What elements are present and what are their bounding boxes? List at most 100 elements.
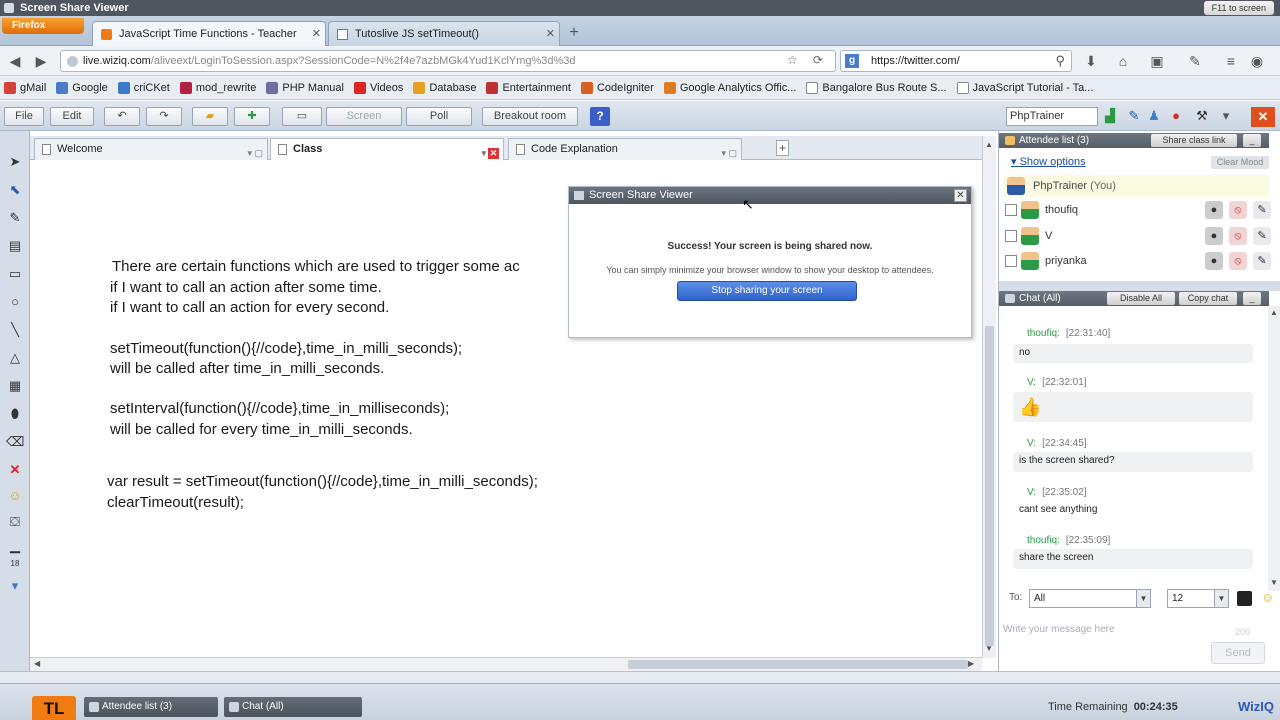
- pencil-icon[interactable]: ✎: [6, 209, 24, 227]
- scroll-thumb[interactable]: [985, 326, 994, 646]
- tab-code-explanation[interactable]: Code Explanation ▾ ▢: [508, 138, 742, 160]
- pen-icon[interactable]: ✎: [1126, 108, 1142, 124]
- bookmark-database[interactable]: Database: [413, 81, 476, 94]
- stop-sharing-button[interactable]: Stop sharing your screen: [677, 281, 857, 301]
- scroll-down-icon[interactable]: ▼: [1270, 578, 1278, 587]
- minimize-icon[interactable]: _: [1243, 292, 1261, 305]
- menu-icon[interactable]: ≡: [1222, 52, 1240, 70]
- mic-muted-icon[interactable]: ⦸: [1229, 201, 1247, 219]
- poll-button[interactable]: Poll: [406, 107, 472, 126]
- chat-message-input[interactable]: Write your message here: [1003, 624, 1269, 640]
- bookmark-google-analytics[interactable]: Google Analytics Offic...: [663, 81, 796, 94]
- close-icon[interactable]: ✕: [312, 22, 321, 46]
- close-icon[interactable]: ✕: [488, 148, 499, 159]
- scroll-up-icon[interactable]: ▲: [985, 140, 993, 149]
- fill-bucket-icon[interactable]: ⛋: [6, 513, 24, 531]
- bookmark-videos[interactable]: Videos: [353, 81, 403, 94]
- webcam-icon[interactable]: ●: [1205, 201, 1223, 219]
- search-input[interactable]: https://twitter.com/: [871, 55, 960, 67]
- tools-icon[interactable]: ✎: [1186, 52, 1204, 70]
- tab-class[interactable]: Class ▾ ✕: [270, 138, 504, 161]
- attendee-checkbox[interactable]: [1005, 230, 1017, 242]
- attendee-row[interactable]: thoufiq ● ⦸ ✎: [1003, 198, 1271, 222]
- text-color-swatch[interactable]: [1237, 591, 1252, 606]
- line-icon[interactable]: ╲: [6, 321, 24, 339]
- add-tab-button[interactable]: +: [776, 140, 789, 156]
- mic-muted-icon[interactable]: ⦸: [1229, 252, 1247, 270]
- edit-button[interactable]: Edit: [50, 107, 94, 126]
- close-icon[interactable]: ✕: [954, 189, 967, 202]
- redo-button[interactable]: ↷: [146, 107, 182, 126]
- line-style-icon[interactable]: ▁: [6, 537, 24, 555]
- home-icon[interactable]: ⌂: [1114, 52, 1132, 70]
- attendee-row[interactable]: priyanka ● ⦸ ✎: [1003, 249, 1271, 273]
- new-tab-button[interactable]: +: [562, 24, 586, 44]
- addon-icon[interactable]: ◉: [1248, 52, 1266, 70]
- table-icon[interactable]: ▦: [6, 377, 24, 395]
- reload-icon[interactable]: ☆ ⟳: [787, 53, 829, 67]
- pen-icon[interactable]: ✎: [1253, 252, 1271, 270]
- scroll-left-icon[interactable]: ◀: [34, 659, 40, 668]
- user-icon[interactable]: ♟: [1146, 108, 1162, 124]
- scroll-thumb[interactable]: [628, 660, 968, 669]
- disable-all-button[interactable]: Disable All: [1107, 292, 1175, 305]
- pointer-arrow-icon[interactable]: ➤: [6, 153, 24, 171]
- settings-icon[interactable]: ⚒: [1194, 108, 1210, 124]
- download-icon[interactable]: ⬇: [1082, 52, 1100, 70]
- font-size-select[interactable]: 12 ▼: [1167, 589, 1229, 608]
- browser-tab-tutoslive[interactable]: Tutoslive JS setTimeout() ✕: [328, 21, 560, 46]
- pen-icon[interactable]: ✎: [1253, 201, 1271, 219]
- horizontal-scrollbar[interactable]: ◀ ▶: [30, 657, 982, 671]
- url-bar[interactable]: live.wiziq.com/aliveext/LoginToSession.a…: [60, 50, 836, 72]
- chat-scrollbar[interactable]: ▲ ▼: [1268, 306, 1280, 591]
- copy-chat-button[interactable]: Copy chat: [1179, 292, 1237, 305]
- bookmark-cricket[interactable]: criCKet: [117, 81, 170, 94]
- panel-divider[interactable]: [999, 281, 1280, 291]
- close-icon[interactable]: ✕: [546, 22, 555, 46]
- bookmark-google[interactable]: Google: [56, 81, 108, 94]
- pen-icon[interactable]: ✎: [1253, 227, 1271, 245]
- circle-icon[interactable]: ○: [6, 293, 24, 311]
- dialog-title-bar[interactable]: Screen Share Viewer ✕: [569, 187, 971, 204]
- scroll-down-icon[interactable]: ▼: [985, 644, 993, 653]
- bookmark-javascript-tutorial[interactable]: JavaScript Tutorial - Ta...: [956, 81, 1093, 94]
- smiley-icon[interactable]: ☺: [6, 487, 24, 505]
- delete-icon[interactable]: ✕: [6, 461, 24, 479]
- emoji-picker-icon[interactable]: ☺: [1261, 590, 1274, 605]
- text-icon[interactable]: ▤: [6, 237, 24, 255]
- minimize-icon[interactable]: _: [1243, 134, 1261, 147]
- bookmark-bangalore-bus[interactable]: Bangalore Bus Route S...: [806, 81, 947, 94]
- more-icon[interactable]: ▾: [1218, 108, 1234, 124]
- camera-icon[interactable]: ●: [1168, 108, 1184, 124]
- select-arrow-icon[interactable]: ⬉: [6, 181, 24, 199]
- add-page-button[interactable]: ✚: [234, 107, 270, 126]
- screen-share-button[interactable]: Screen: [326, 107, 402, 126]
- back-arrow-icon[interactable]: ◀: [6, 52, 24, 70]
- bookmark-entertainment[interactable]: Entertainment: [486, 81, 571, 94]
- share-class-link-button[interactable]: Share class link: [1151, 134, 1237, 147]
- mic-muted-icon[interactable]: ⦸: [1229, 227, 1247, 245]
- recipient-select[interactable]: All ▼: [1029, 589, 1151, 608]
- attendee-list-task-button[interactable]: Attendee list (3): [84, 697, 218, 717]
- exit-class-button[interactable]: ✕: [1251, 107, 1275, 127]
- search-bar[interactable]: g https://twitter.com/ ⚲: [840, 50, 1072, 72]
- bookmark-gmail[interactable]: gMail: [4, 81, 46, 94]
- send-button[interactable]: Send: [1211, 642, 1265, 664]
- attendee-row[interactable]: V ● ⦸ ✎: [1003, 224, 1271, 248]
- scroll-right-icon[interactable]: ▶: [968, 659, 974, 668]
- chat-task-button[interactable]: Chat (All): [224, 697, 362, 717]
- fullscreen-button[interactable]: F11 to screen: [1203, 1, 1274, 15]
- forward-arrow-icon[interactable]: ▶: [32, 52, 50, 70]
- breakout-room-button[interactable]: Breakout room: [482, 107, 578, 126]
- webcam-icon[interactable]: ●: [1205, 252, 1223, 270]
- bookmark-mod-rewrite[interactable]: mod_rewrite: [179, 81, 256, 94]
- attendee-checkbox[interactable]: [1005, 204, 1017, 216]
- scroll-up-icon[interactable]: ▲: [1270, 308, 1278, 317]
- undo-button[interactable]: ↶: [104, 107, 140, 126]
- bookmark-codeigniter[interactable]: CodeIgniter: [580, 81, 654, 94]
- clear-mood-button[interactable]: Clear Mood: [1211, 156, 1269, 169]
- triangle-icon[interactable]: △: [6, 349, 24, 367]
- font-size-icon[interactable]: 18: [6, 555, 24, 573]
- eraser-icon[interactable]: ⌫: [6, 433, 24, 451]
- highlighter-icon[interactable]: ⬮: [6, 405, 24, 423]
